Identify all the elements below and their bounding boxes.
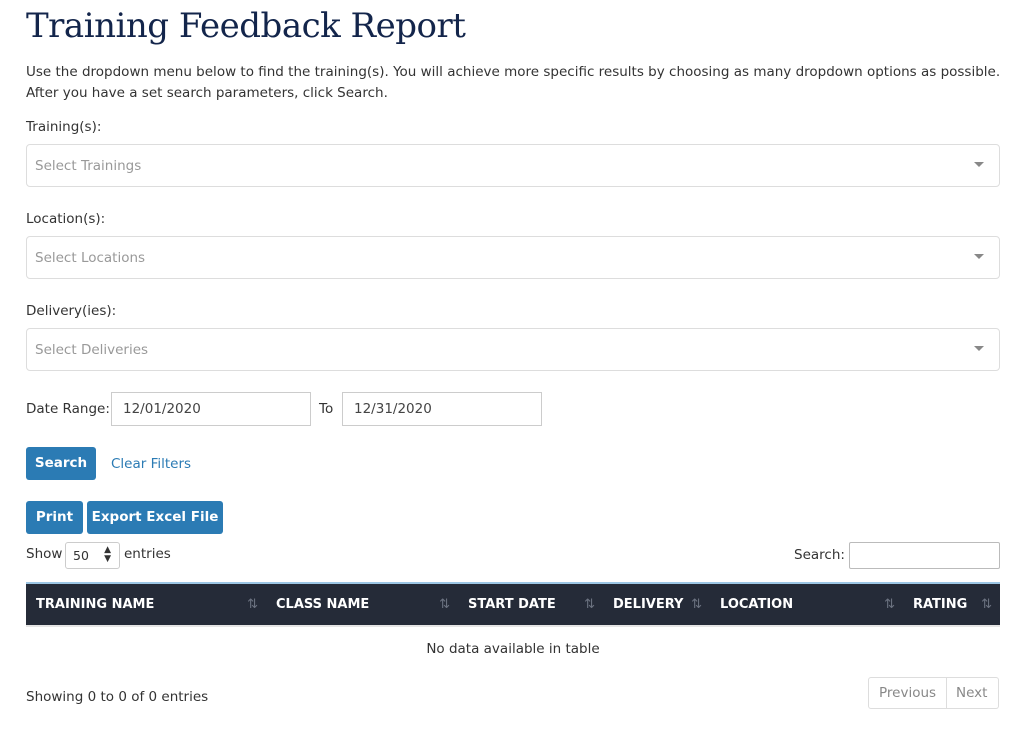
column-label: CLASS NAME	[276, 597, 370, 612]
table-info: Showing 0 to 0 of 0 entries	[26, 689, 209, 705]
column-location[interactable]: LOCATION ⇅	[710, 582, 903, 626]
sort-icon: ⇅	[584, 597, 595, 612]
to-label: To	[319, 401, 334, 417]
print-button[interactable]: Print	[26, 501, 83, 534]
locations-label: Location(s):	[26, 211, 106, 227]
clear-filters-link[interactable]: Clear Filters	[111, 456, 191, 472]
locations-placeholder: Select Locations	[35, 250, 146, 266]
date-from-input[interactable]: 12/01/2020	[111, 392, 311, 426]
deliveries-select[interactable]: Select Deliveries	[26, 328, 1000, 371]
column-label: START DATE	[468, 597, 556, 612]
caret-down-icon	[974, 162, 984, 167]
caret-down-icon	[974, 346, 984, 351]
show-label: Show	[26, 546, 63, 562]
sort-icon: ⇅	[247, 597, 258, 612]
previous-button[interactable]: Previous	[868, 677, 948, 709]
table-search-input[interactable]	[849, 542, 1000, 569]
export-excel-button[interactable]: Export Excel File	[87, 501, 223, 534]
entries-value: 50	[73, 548, 89, 563]
deliveries-label: Delivery(ies):	[26, 303, 117, 319]
caret-down-icon	[974, 254, 984, 259]
search-button[interactable]: Search	[26, 447, 96, 480]
sort-icon: ⇅	[981, 597, 992, 612]
locations-select[interactable]: Select Locations	[26, 236, 1000, 279]
updown-icon: ▲ ▼	[104, 545, 111, 564]
sort-icon: ⇅	[691, 597, 702, 612]
page-title: Training Feedback Report	[26, 6, 466, 46]
trainings-label: Training(s):	[26, 119, 102, 135]
trainings-placeholder: Select Trainings	[35, 158, 142, 174]
column-start-date[interactable]: START DATE ⇅	[458, 582, 603, 626]
column-delivery[interactable]: DELIVERY ⇅	[603, 582, 710, 626]
entries-label: entries	[124, 546, 171, 562]
column-label: TRAINING NAME	[36, 597, 155, 612]
column-label: LOCATION	[720, 597, 794, 612]
column-label: RATING	[913, 597, 968, 612]
entries-select[interactable]: 50 ▲ ▼	[65, 542, 120, 569]
trainings-select[interactable]: Select Trainings	[26, 144, 1000, 187]
column-class-name[interactable]: CLASS NAME ⇅	[266, 582, 458, 626]
deliveries-placeholder: Select Deliveries	[35, 342, 149, 358]
intro-text: Use the dropdown menu below to find the …	[26, 64, 1001, 101]
sort-icon: ⇅	[439, 597, 450, 612]
column-training-name[interactable]: TRAINING NAME ⇅	[26, 582, 266, 626]
column-rating[interactable]: RATING ⇅	[903, 582, 1000, 626]
date-range-label: Date Range:	[26, 401, 110, 417]
next-button[interactable]: Next	[946, 677, 999, 709]
feedback-table: TRAINING NAME ⇅ CLASS NAME ⇅ START DATE ⇅ D…	[26, 582, 1000, 670]
date-to-input[interactable]: 12/31/2020	[342, 392, 542, 426]
empty-message: No data available in table	[26, 625, 1000, 670]
table-search-label: Search:	[794, 547, 845, 563]
sort-icon: ⇅	[884, 597, 895, 612]
column-label: DELIVERY	[613, 597, 684, 612]
